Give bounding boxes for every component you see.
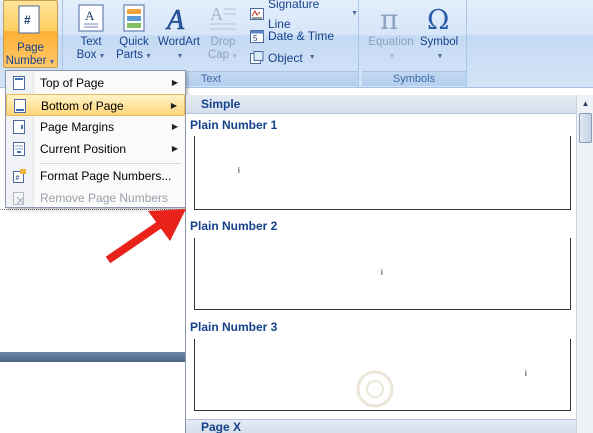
text-box-icon: A [78, 4, 104, 32]
gallery-scrollbar[interactable]: ▲ [576, 95, 593, 433]
watermark-logo [355, 365, 570, 411]
wordart-icon: A [165, 5, 186, 33]
drop-cap-button[interactable]: A Drop Cap ▼ [205, 3, 241, 63]
menu-item-bottom-of-page[interactable]: Bottom of Page ▶ [6, 94, 185, 116]
chevron-down-icon: ▼ [308, 54, 316, 61]
menu-item-label: Format Page Numbers... [40, 169, 172, 183]
chevron-down-icon: ▼ [388, 53, 396, 60]
current-position-icon [13, 142, 25, 156]
pi-icon: π [380, 3, 398, 33]
gallery-item-label: Plain Number 3 [190, 320, 278, 334]
chevron-down-icon: ▼ [351, 10, 358, 17]
red-arrow-annotation [105, 209, 186, 264]
page-number-menu: Top of Page ▶ Bottom of Page ▶ Page Marg… [5, 70, 186, 208]
svg-text:A: A [85, 8, 95, 23]
chevron-right-icon: ▶ [171, 144, 178, 153]
gallery-section-header: Page X [186, 419, 577, 433]
page-number-label-2: Number [5, 55, 47, 67]
drop-cap-label-1: Drop [210, 36, 236, 48]
drop-cap-icon: A [210, 4, 236, 30]
menu-item-label: Page Margins [40, 120, 115, 134]
svg-text:#: # [16, 175, 20, 182]
equation-button[interactable]: π Equation ▼ [368, 3, 414, 63]
page-number-icon: # [18, 5, 40, 34]
menu-item-label: Bottom of Page [41, 99, 124, 113]
svg-text:π: π [380, 3, 398, 33]
menu-item-label: Current Position [40, 142, 127, 156]
svg-text:A: A [165, 5, 185, 33]
date-time-label: Date & Time [268, 29, 335, 43]
page-number-marker: i [238, 166, 240, 175]
equation-label: Equation [368, 36, 414, 48]
svg-text:Ω: Ω [427, 5, 449, 33]
quick-parts-label-2: Parts [116, 49, 143, 61]
symbols-group: π Equation ▼ Ω Symbol ▼ Symbols [362, 0, 467, 87]
chevron-right-icon: ▶ [170, 101, 177, 110]
object-icon [250, 51, 264, 64]
gallery-item-label: Plain Number 1 [190, 118, 278, 132]
quick-parts-button[interactable]: Quick Parts ▼ [114, 3, 154, 63]
menu-item-format-page-numbers[interactable]: # Format Page Numbers... [6, 165, 185, 187]
menu-item-page-margins[interactable]: Page Margins ▶ [6, 116, 185, 138]
object-button[interactable]: Object ▼ [250, 48, 316, 68]
chevron-down-icon: ▼ [48, 59, 56, 66]
signature-line-icon [250, 8, 264, 20]
page-top-icon [13, 76, 25, 90]
page-number-button[interactable]: # Page Number ▼ [3, 0, 58, 68]
chevron-down-icon: ▼ [436, 53, 444, 60]
gallery-item-plain-number-1[interactable]: i [194, 136, 571, 210]
symbol-label: Symbol [419, 36, 459, 48]
watermark-logo-icon [356, 370, 394, 408]
format-page-numbers-icon: # [13, 169, 26, 183]
quick-parts-label-1: Quick [119, 36, 149, 48]
date-time-button[interactable]: 5 Date & Time [250, 26, 334, 46]
page-number-label-1: Page [17, 42, 44, 54]
gallery-section-header: Simple [186, 95, 577, 114]
chevron-down-icon: ▼ [98, 53, 106, 60]
scroll-thumb[interactable] [579, 113, 592, 143]
svg-text:#: # [24, 13, 31, 27]
menu-item-top-of-page[interactable]: Top of Page ▶ [6, 72, 185, 94]
wordart-label: WordArt [158, 36, 200, 48]
page-margins-icon [13, 120, 25, 134]
symbol-button[interactable]: Ω Symbol ▼ [417, 3, 461, 63]
menu-separator [40, 163, 181, 164]
gallery-item-plain-number-2[interactable]: i [194, 238, 571, 310]
text-box-label-1: Text [80, 36, 102, 48]
calendar-icon: 5 [250, 30, 264, 43]
menu-item-current-position[interactable]: Current Position ▶ [6, 138, 185, 160]
text-box-button[interactable]: A Text Box ▼ [72, 3, 110, 63]
page-number-marker: i [381, 268, 383, 277]
page-bottom-icon [14, 99, 26, 113]
chevron-down-icon: ▼ [231, 53, 239, 60]
omega-icon: Ω [427, 5, 449, 33]
menu-item-label: Top of Page [40, 76, 105, 90]
chevron-down-icon: ▼ [176, 53, 184, 60]
chevron-down-icon: ▼ [144, 53, 152, 60]
object-label: Object [268, 51, 303, 65]
signature-line-button[interactable]: Signature Line ▼ [250, 0, 358, 31]
chevron-right-icon: ▶ [171, 122, 178, 131]
svg-text:A: A [210, 4, 223, 24]
svg-text:5: 5 [253, 34, 258, 43]
remove-page-numbers-icon [13, 192, 25, 205]
gallery-item-label: Plain Number 2 [190, 219, 278, 233]
scroll-up-arrow-icon[interactable]: ▲ [579, 97, 592, 110]
symbols-group-label: Symbols [362, 71, 466, 86]
quick-parts-icon [123, 4, 145, 32]
text-box-label-2: Box [76, 49, 97, 61]
chevron-right-icon: ▶ [171, 78, 178, 87]
drop-cap-label-2: Cap [207, 49, 230, 61]
wordart-button[interactable]: A WordArt ▼ [156, 3, 202, 63]
document-page-gap [0, 352, 187, 362]
